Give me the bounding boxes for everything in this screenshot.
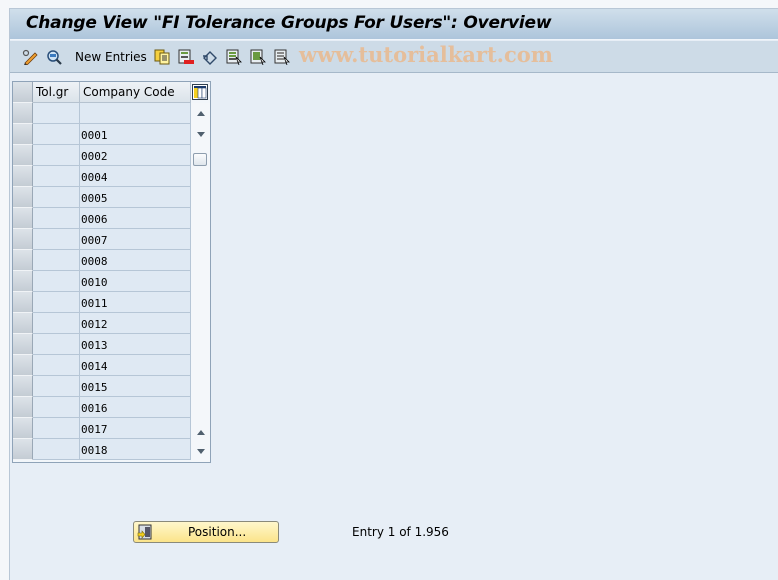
cell-tolgr[interactable] <box>33 187 80 208</box>
watermark-text: www.tutorialkart.com <box>299 42 553 67</box>
title-bar: Change View "FI Tolerance Groups For Use… <box>10 9 778 40</box>
tolerance-groups-table: Tol.gr Company Code 0001 0002 0004 0005 0006… <box>12 81 211 463</box>
cell-company-code[interactable]: 0016 <box>80 397 191 418</box>
cell-company-code[interactable]: 0018 <box>80 439 191 460</box>
vertical-scrollbar[interactable] <box>191 103 210 462</box>
cell-tolgr[interactable] <box>33 376 80 397</box>
application-toolbar: New Entries www.tutorialkart.com <box>10 41 778 73</box>
column-header-tolgr[interactable]: Tol.gr <box>33 82 80 103</box>
row-selector[interactable] <box>13 166 33 187</box>
select-all-rows-button[interactable] <box>13 82 33 103</box>
undo-icon[interactable] <box>202 49 218 65</box>
cell-company-code[interactable]: 0005 <box>80 187 191 208</box>
cell-tolgr[interactable] <box>33 313 80 334</box>
cell-tolgr[interactable] <box>33 397 80 418</box>
cell-company-code[interactable]: 0014 <box>80 355 191 376</box>
cell-company-code[interactable]: 0012 <box>80 313 191 334</box>
page-title: Change View "FI Tolerance Groups For Use… <box>26 13 552 33</box>
row-selector[interactable] <box>13 397 33 418</box>
row-selector[interactable] <box>13 103 33 124</box>
cell-tolgr[interactable] <box>33 439 80 460</box>
cell-tolgr[interactable] <box>33 418 80 439</box>
cell-tolgr[interactable] <box>33 292 80 313</box>
cell-company-code[interactable]: 0001 <box>80 124 191 145</box>
delete-icon[interactable] <box>178 49 194 65</box>
cell-company-code[interactable]: 0004 <box>80 166 191 187</box>
scrollbar-thumb[interactable] <box>193 153 207 166</box>
cell-company-code[interactable]: 0010 <box>80 271 191 292</box>
scroll-page-up-button[interactable] <box>192 425 209 441</box>
position-button-label: Position... <box>188 525 247 539</box>
cell-company-code[interactable]: 0013 <box>80 334 191 355</box>
select-all-icon[interactable] <box>226 49 242 65</box>
cell-tolgr[interactable] <box>33 229 80 250</box>
row-selector[interactable] <box>13 439 33 460</box>
cell-company-code[interactable]: 0015 <box>80 376 191 397</box>
scroll-up-button[interactable] <box>192 106 209 122</box>
cell-company-code[interactable]: 0006 <box>80 208 191 229</box>
deselect-all-icon[interactable] <box>274 49 290 65</box>
cell-tolgr[interactable] <box>33 103 80 124</box>
row-selector[interactable] <box>13 145 33 166</box>
display-change-icon[interactable] <box>22 49 38 65</box>
row-selector[interactable] <box>13 292 33 313</box>
cell-tolgr[interactable] <box>33 355 80 376</box>
row-selector[interactable] <box>13 124 33 145</box>
row-selector[interactable] <box>13 208 33 229</box>
row-selector[interactable] <box>13 271 33 292</box>
cell-company-code[interactable]: 0008 <box>80 250 191 271</box>
cell-tolgr[interactable] <box>33 250 80 271</box>
cell-company-code[interactable]: 0011 <box>80 292 191 313</box>
cell-company-code[interactable]: 0007 <box>80 229 191 250</box>
cell-tolgr[interactable] <box>33 271 80 292</box>
cell-tolgr[interactable] <box>33 208 80 229</box>
scroll-down-button[interactable] <box>192 444 209 460</box>
cell-tolgr[interactable] <box>33 334 80 355</box>
cell-tolgr[interactable] <box>33 124 80 145</box>
position-icon <box>137 524 152 540</box>
row-selector[interactable] <box>13 187 33 208</box>
cell-company-code[interactable]: 0017 <box>80 418 191 439</box>
row-selector[interactable] <box>13 334 33 355</box>
position-button[interactable]: Position... <box>133 521 279 543</box>
copy-icon[interactable] <box>154 49 170 65</box>
row-selector[interactable] <box>13 229 33 250</box>
row-selector[interactable] <box>13 313 33 334</box>
row-selector[interactable] <box>13 355 33 376</box>
row-selector[interactable] <box>13 376 33 397</box>
entry-count: Entry 1 of 1.956 <box>352 525 449 539</box>
screen-frame: Change View "FI Tolerance Groups For Use… <box>9 8 778 580</box>
cell-company-code[interactable]: 0002 <box>80 145 191 166</box>
scroll-page-down-button[interactable] <box>192 127 209 143</box>
column-configuration-icon[interactable] <box>192 84 208 100</box>
row-selector[interactable] <box>13 418 33 439</box>
cell-tolgr[interactable] <box>33 166 80 187</box>
find-icon[interactable] <box>46 49 62 65</box>
column-header-company-code[interactable]: Company Code <box>80 82 191 103</box>
select-block-icon[interactable] <box>250 49 266 65</box>
row-selector[interactable] <box>13 250 33 271</box>
cell-company-code[interactable] <box>80 103 191 124</box>
cell-tolgr[interactable] <box>33 145 80 166</box>
new-entries-button[interactable]: New Entries <box>75 50 147 64</box>
